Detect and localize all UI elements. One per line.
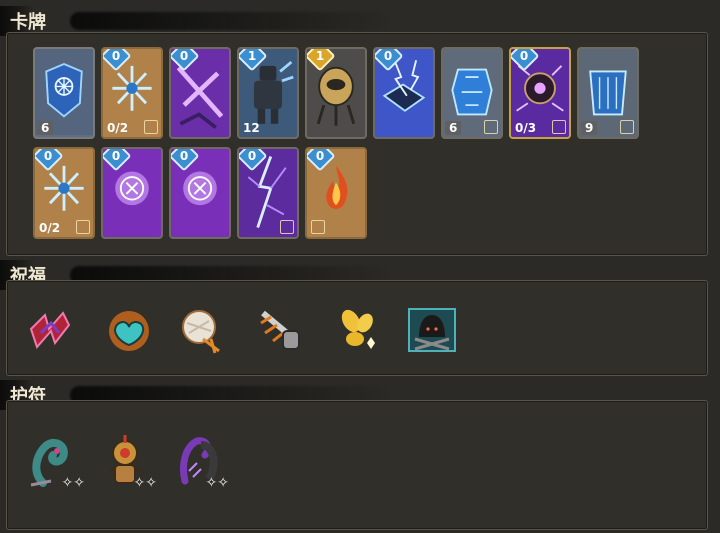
snowflake-card-2[interactable]: 0 0/2 [33, 147, 95, 239]
card-cost: 0 [383, 49, 393, 63]
lightning-mini-icon [280, 220, 294, 234]
arcane-rune-card[interactable]: 0 [101, 147, 163, 239]
snowflake-card[interactable]: 0 0/2 [101, 47, 163, 139]
ice-wall-card[interactable]: 9 [577, 47, 639, 139]
fire-card[interactable]: 0 [305, 147, 367, 239]
card-cost: 0 [111, 149, 121, 163]
voodoo-doll-charm-icon[interactable]: ✧✧ [95, 431, 157, 493]
ice-armor-card[interactable]: 6 [441, 47, 503, 139]
card-cost: 0 [43, 149, 53, 163]
lightning-trap-card[interactable]: 0 [373, 47, 435, 139]
shield-mini-icon [76, 220, 90, 234]
purple-slash-card[interactable]: 0 [169, 47, 231, 139]
void-claw-charm-icon[interactable]: ✧✧ [167, 431, 229, 493]
sparkle-icon: ✧✧ [61, 475, 85, 491]
card-cost: 1 [315, 49, 325, 63]
lightning-mini-icon [484, 120, 498, 134]
card-stat: 9 [581, 121, 598, 135]
charms-panel: ✧✧ ✧✧ ✧✧ [6, 400, 708, 530]
drill-hand-icon[interactable] [253, 303, 307, 357]
card-stat: 0/2 [107, 121, 129, 135]
card-stat: 6 [445, 121, 462, 135]
shield-mini-icon [144, 120, 158, 134]
card-cost: 0 [519, 49, 529, 63]
card-cost: 0 [179, 49, 189, 63]
void-orb-card[interactable]: 0 0/3 [509, 47, 571, 139]
blessings-panel [6, 280, 708, 376]
lightning-mini-icon [620, 120, 634, 134]
hooded-figure-icon[interactable] [405, 303, 459, 357]
cards-section-title: 卡牌 [10, 12, 46, 33]
shield-mini-icon [552, 120, 566, 134]
card-stat: 12 [243, 121, 260, 135]
card-stat: 0/2 [39, 221, 61, 235]
sparkle-icon: ✧✧ [205, 475, 229, 491]
golden-golem-card[interactable]: 1 [305, 47, 367, 139]
card-cost: 0 [315, 149, 325, 163]
frost-shield-card[interactable]: 6 [33, 47, 95, 139]
purple-lightning-card[interactable]: 0 [237, 147, 299, 239]
card-cost: 1 [247, 49, 257, 63]
lightning-mini-icon [311, 220, 325, 234]
sparkle-icon: ✧✧ [133, 475, 157, 491]
card-stat: 6 [37, 121, 54, 135]
arcane-rune-card-2[interactable]: 0 [169, 147, 231, 239]
card-cost: 0 [111, 49, 121, 63]
cards-panel: 6 0 0/2 0 1 12 1 0 6 0 0/3 9 0 0/2 0 0 0… [6, 32, 708, 256]
flaming-heart-icon[interactable] [101, 303, 155, 357]
serpent-charm-icon[interactable]: ✧✧ [23, 431, 85, 493]
golden-petals-icon[interactable] [331, 303, 385, 357]
card-cost: 0 [247, 149, 257, 163]
dark-knight-card[interactable]: 1 12 [237, 47, 299, 139]
crimson-sigil-icon[interactable] [23, 303, 77, 357]
white-orb-icon[interactable] [175, 303, 229, 357]
card-cost: 0 [179, 149, 189, 163]
card-stat: 0/3 [515, 121, 537, 135]
